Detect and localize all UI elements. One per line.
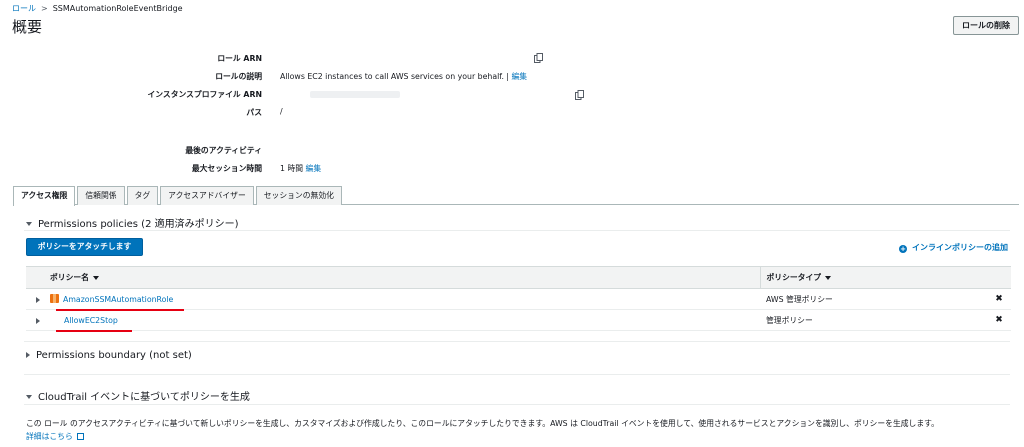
permissions-boundary-toggle[interactable]: Permissions boundary (not set) bbox=[26, 350, 192, 361]
instance-profile-arn-label: インスタンスプロファイル ARN bbox=[147, 90, 262, 99]
expanded-triangle-icon bbox=[26, 395, 32, 399]
table-row: AllowEC2Stop 管理ポリシー ✖ bbox=[26, 309, 1011, 331]
tab-access-advisor[interactable]: アクセスアドバイザー bbox=[160, 186, 254, 205]
role-description-label: ロールの説明 bbox=[215, 72, 262, 81]
cloudtrail-generate-toggle[interactable]: CloudTrail イベントに基づいてポリシーを生成 bbox=[26, 388, 250, 403]
tab-permissions[interactable]: アクセス権限 bbox=[13, 186, 76, 206]
breadcrumb: ロール > SSMAutomationRoleEventBridge bbox=[12, 3, 183, 14]
permissions-policies-toggle[interactable]: Permissions policies (2 適用済みポリシー) bbox=[26, 215, 239, 230]
path-value: / bbox=[280, 107, 283, 116]
section-divider bbox=[24, 341, 1010, 342]
instance-profile-arn-value bbox=[280, 89, 400, 98]
managed-policy-icon bbox=[50, 294, 59, 303]
section-divider bbox=[24, 230, 1010, 231]
external-link-icon bbox=[76, 433, 84, 440]
tab-tags[interactable]: タグ bbox=[126, 186, 159, 205]
row-expand-toggle[interactable] bbox=[26, 309, 50, 331]
role-description-value: Allows EC2 instances to call AWS service… bbox=[280, 71, 527, 82]
table-header-row: ポリシー名 ポリシータイプ bbox=[26, 266, 1011, 289]
policy-name-column-header[interactable]: ポリシー名 bbox=[50, 266, 760, 289]
policy-type-cell: 管理ポリシー bbox=[760, 309, 987, 331]
detach-policy-icon[interactable]: ✖ bbox=[987, 309, 1011, 331]
breadcrumb-roles-link[interactable]: ロール bbox=[12, 4, 36, 13]
last-activity-label: 最後のアクティビティ bbox=[185, 146, 262, 155]
max-session-value: 1 時間 編集 bbox=[280, 163, 321, 174]
breadcrumb-current: SSMAutomationRoleEventBridge bbox=[52, 4, 183, 13]
permissions-boundary-heading: Permissions boundary (not set) bbox=[36, 350, 192, 361]
breadcrumb-separator: > bbox=[41, 4, 48, 13]
tab-trust-relationships[interactable]: 信頼関係 bbox=[77, 186, 125, 205]
max-session-label: 最大セッション時間 bbox=[191, 164, 262, 173]
delete-role-button[interactable]: ロールの削除 bbox=[953, 16, 1019, 35]
tab-bar: アクセス権限 信頼関係 タグ アクセスアドバイザー セッションの無効化 bbox=[13, 186, 342, 206]
collapsed-triangle-icon bbox=[36, 317, 40, 324]
collapsed-triangle-icon bbox=[36, 296, 40, 303]
expanded-triangle-icon bbox=[26, 222, 32, 226]
policy-type-header-label: ポリシータイプ bbox=[766, 273, 822, 282]
remove-column-header bbox=[987, 266, 1011, 289]
highlight-underline bbox=[56, 309, 184, 311]
edit-description-link[interactable]: 編集 bbox=[512, 72, 528, 81]
policies-table: ポリシー名 ポリシータイプ AmazonSSMAutomationRole AW… bbox=[26, 266, 1011, 331]
role-description-text: Allows EC2 instances to call AWS service… bbox=[280, 72, 510, 81]
tab-revoke-sessions[interactable]: セッションの無効化 bbox=[255, 186, 342, 205]
detach-policy-icon[interactable]: ✖ bbox=[987, 288, 1011, 310]
sort-caret-icon bbox=[825, 276, 832, 280]
highlight-underline bbox=[56, 330, 132, 332]
attach-policies-button[interactable]: ポリシーをアタッチします bbox=[26, 238, 143, 256]
section-divider bbox=[24, 374, 1010, 375]
cloudtrail-heading: CloudTrail イベントに基づいてポリシーを生成 bbox=[38, 392, 250, 403]
copy-instance-profile-icon[interactable] bbox=[575, 90, 584, 100]
permissions-policies-heading: Permissions policies (2 適用済みポリシー) bbox=[38, 219, 239, 230]
role-arn-label: ロール ARN bbox=[217, 54, 262, 63]
sort-caret-icon bbox=[92, 276, 99, 280]
expand-column-header bbox=[26, 266, 50, 289]
add-inline-policy-link[interactable]: + インラインポリシーの追加 bbox=[899, 242, 1008, 253]
add-inline-policy-label: インラインポリシーの追加 bbox=[912, 243, 1008, 252]
policy-name-header-label: ポリシー名 bbox=[50, 273, 89, 282]
table-row: AmazonSSMAutomationRole AWS 管理ポリシー ✖ bbox=[26, 288, 1011, 310]
cloudtrail-description: この ロール のアクセスアクティビティに基づいて新しいポリシーを生成し、カスタマ… bbox=[26, 419, 939, 428]
learn-more-link[interactable]: 詳細はこちら bbox=[26, 431, 84, 442]
policy-name-cell: AllowEC2Stop bbox=[50, 309, 760, 331]
row-expand-toggle[interactable] bbox=[26, 288, 50, 310]
path-label: パス bbox=[246, 108, 262, 117]
policy-link[interactable]: AmazonSSMAutomationRole bbox=[63, 295, 173, 304]
policy-link[interactable]: AllowEC2Stop bbox=[64, 316, 118, 325]
section-divider bbox=[24, 404, 1010, 405]
page-title: 概要 bbox=[12, 18, 43, 36]
edit-max-session-link[interactable]: 編集 bbox=[306, 164, 322, 173]
max-session-text: 1 時間 bbox=[280, 164, 304, 173]
plus-circle-icon: + bbox=[899, 245, 907, 253]
policy-type-cell: AWS 管理ポリシー bbox=[760, 288, 987, 310]
policy-name-cell: AmazonSSMAutomationRole bbox=[50, 288, 760, 310]
collapsed-triangle-icon bbox=[26, 352, 30, 358]
copy-arn-icon[interactable] bbox=[534, 53, 543, 63]
policy-type-column-header[interactable]: ポリシータイプ bbox=[759, 266, 987, 289]
learn-more-label: 詳細はこちら bbox=[26, 432, 73, 441]
